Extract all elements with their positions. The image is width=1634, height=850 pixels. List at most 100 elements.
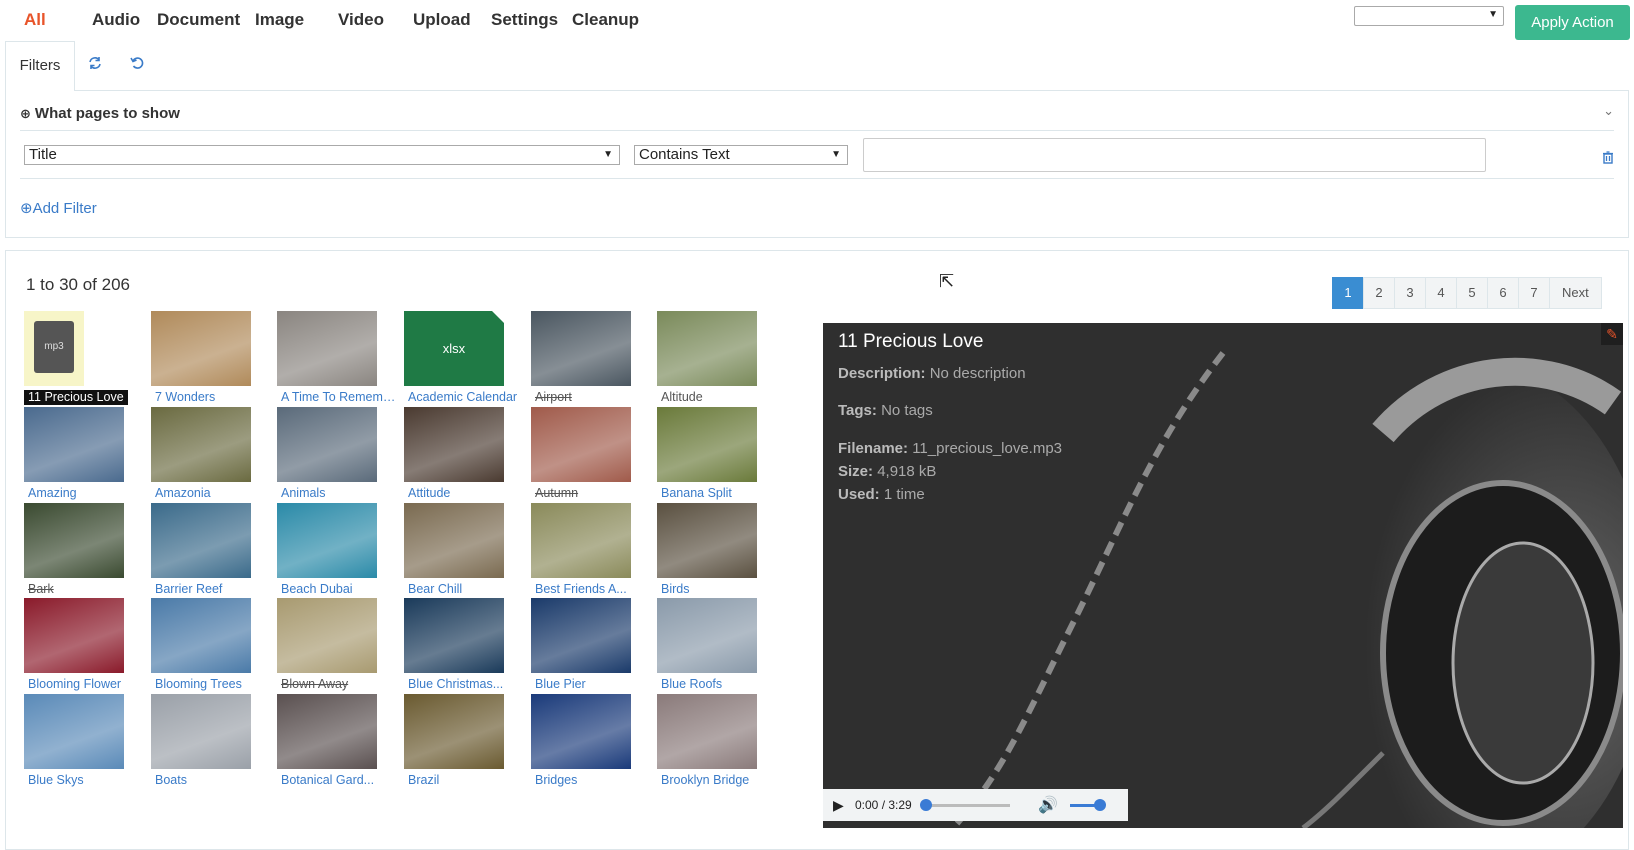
media-item-label[interactable]: Blue Roofs — [657, 677, 777, 692]
seek-knob[interactable] — [920, 798, 932, 811]
undo-icon[interactable] — [130, 56, 144, 75]
media-item-label[interactable]: Boats — [151, 773, 271, 788]
thumbnail-image — [531, 311, 631, 386]
nav-all[interactable]: All — [24, 10, 46, 30]
page-button-4[interactable]: 4 — [1425, 277, 1457, 309]
nav-audio[interactable]: Audio — [92, 10, 140, 30]
media-item[interactable]: Animals — [277, 407, 387, 501]
nav-image[interactable]: Image — [255, 10, 304, 30]
nav-upload[interactable]: Upload — [413, 10, 471, 30]
bulk-action-select[interactable]: ▼ — [1354, 6, 1504, 26]
filter-panel-header[interactable]: ⊕ What pages to show — [20, 105, 180, 122]
media-item[interactable]: Amazing — [24, 407, 134, 501]
pencil-icon[interactable]: ✎ — [1601, 323, 1623, 345]
apply-action-button[interactable]: Apply Action — [1515, 5, 1630, 40]
media-item[interactable]: Banana Split — [657, 407, 767, 501]
media-item-label[interactable]: Beach Dubai — [277, 582, 397, 597]
media-item-label[interactable]: A Time To Remember — [277, 390, 397, 405]
media-item[interactable]: 7 Wonders — [151, 311, 261, 405]
media-item[interactable]: Boats — [151, 694, 261, 788]
chevron-down-icon[interactable]: ⌄ — [1603, 103, 1614, 119]
media-item-label[interactable]: Amazonia — [151, 486, 271, 501]
media-item-label[interactable]: Blooming Flower — [24, 677, 144, 692]
media-item-label[interactable]: Botanical Gard... — [277, 773, 397, 788]
media-item[interactable]: xlsx Academic Calendar — [404, 311, 517, 405]
media-item-label[interactable]: Animals — [277, 486, 397, 501]
media-item[interactable]: Altitude — [657, 311, 767, 405]
media-item-label[interactable]: Airport — [531, 390, 651, 405]
media-item[interactable]: Blooming Trees — [151, 598, 261, 692]
media-item[interactable]: Bark — [24, 503, 134, 597]
media-item[interactable]: Brazil — [404, 694, 514, 788]
filter-field-select[interactable]: Title ▼ — [24, 145, 620, 165]
trash-icon[interactable] — [1602, 151, 1614, 167]
page-button-3[interactable]: 3 — [1394, 277, 1426, 309]
media-item-label[interactable]: Best Friends A... — [531, 582, 651, 597]
media-item[interactable]: A Time To Remember — [277, 311, 397, 405]
divider — [20, 178, 1614, 179]
media-item-label[interactable]: Attitude — [404, 486, 524, 501]
media-item-label[interactable]: Bridges — [531, 773, 651, 788]
media-item-label[interactable]: Bark — [24, 582, 144, 597]
media-item-label[interactable]: Birds — [657, 582, 777, 597]
page-button-6[interactable]: 6 — [1487, 277, 1519, 309]
media-item[interactable]: Botanical Gard... — [277, 694, 387, 788]
page-button-7[interactable]: 7 — [1518, 277, 1550, 309]
media-item-label[interactable]: Blue Skys — [24, 773, 144, 788]
media-item-label[interactable]: 11 Precious Love — [24, 390, 128, 405]
page-button-2[interactable]: 2 — [1363, 277, 1395, 309]
media-item-label[interactable]: Bear Chill — [404, 582, 524, 597]
add-filter-link[interactable]: ⊕Add Filter — [20, 199, 97, 217]
media-item-label[interactable]: Brooklyn Bridge — [657, 773, 777, 788]
media-item[interactable]: Blooming Flower — [24, 598, 134, 692]
media-item[interactable]: Airport — [531, 311, 641, 405]
media-item-label[interactable]: Banana Split — [657, 486, 777, 501]
media-item-label[interactable]: Brazil — [404, 773, 524, 788]
media-item-label[interactable]: Blown Away — [277, 677, 397, 692]
add-filter-label: Add Filter — [32, 200, 97, 217]
media-item-label[interactable]: 7 Wonders — [151, 390, 271, 405]
preview-used: Used: 1 time — [838, 486, 925, 503]
media-item[interactable]: Best Friends A... — [531, 503, 641, 597]
media-item[interactable]: Brooklyn Bridge — [657, 694, 767, 788]
tab-filters[interactable]: Filters — [5, 41, 75, 91]
nav-video[interactable]: Video — [338, 10, 384, 30]
media-item[interactable]: Amazonia — [151, 407, 261, 501]
media-item-label[interactable]: Blue Pier — [531, 677, 651, 692]
page-button-5[interactable]: 5 — [1456, 277, 1488, 309]
volume-knob[interactable] — [1093, 798, 1106, 811]
page-button-1[interactable]: 1 — [1332, 277, 1364, 309]
media-item-label[interactable]: Blooming Trees — [151, 677, 271, 692]
media-item-label[interactable]: Blue Christmas... — [404, 677, 524, 692]
media-item-label[interactable]: Autumn — [531, 486, 651, 501]
seek-slider[interactable] — [920, 798, 1010, 811]
media-item[interactable]: Beach Dubai — [277, 503, 387, 597]
media-item[interactable]: Blue Roofs — [657, 598, 767, 692]
refresh-icon[interactable] — [88, 56, 102, 75]
nav-cleanup[interactable]: Cleanup — [572, 10, 639, 30]
filter-operator-select[interactable]: Contains Text ▼ — [634, 145, 848, 165]
media-item[interactable]: Autumn — [531, 407, 641, 501]
thumbnail-image — [404, 598, 504, 673]
media-item[interactable]: Bridges — [531, 694, 641, 788]
media-item-label[interactable]: Academic Calendar — [404, 390, 524, 405]
media-item[interactable]: Birds — [657, 503, 767, 597]
filter-value-input[interactable] — [863, 138, 1486, 172]
nav-document[interactable]: Document — [157, 10, 240, 30]
volume-icon[interactable]: 🔊 — [1038, 795, 1058, 815]
media-item[interactable]: Blue Skys — [24, 694, 134, 788]
media-item[interactable]: Blue Christmas... — [404, 598, 514, 692]
media-item-label[interactable]: Amazing — [24, 486, 144, 501]
play-icon[interactable]: ▶ — [833, 797, 855, 814]
media-item[interactable]: Attitude — [404, 407, 514, 501]
media-item[interactable]: Bear Chill — [404, 503, 514, 597]
media-item[interactable]: mp3 11 Precious Love — [24, 311, 134, 408]
media-item-label[interactable]: Altitude — [657, 390, 777, 405]
media-item[interactable]: Blue Pier — [531, 598, 641, 692]
media-item-label[interactable]: Barrier Reef — [151, 582, 271, 597]
media-item[interactable]: Blown Away — [277, 598, 387, 692]
nav-settings[interactable]: Settings — [491, 10, 558, 30]
media-item[interactable]: Barrier Reef — [151, 503, 261, 597]
next-page-button[interactable]: Next — [1549, 277, 1602, 309]
volume-slider[interactable] — [1069, 798, 1106, 811]
